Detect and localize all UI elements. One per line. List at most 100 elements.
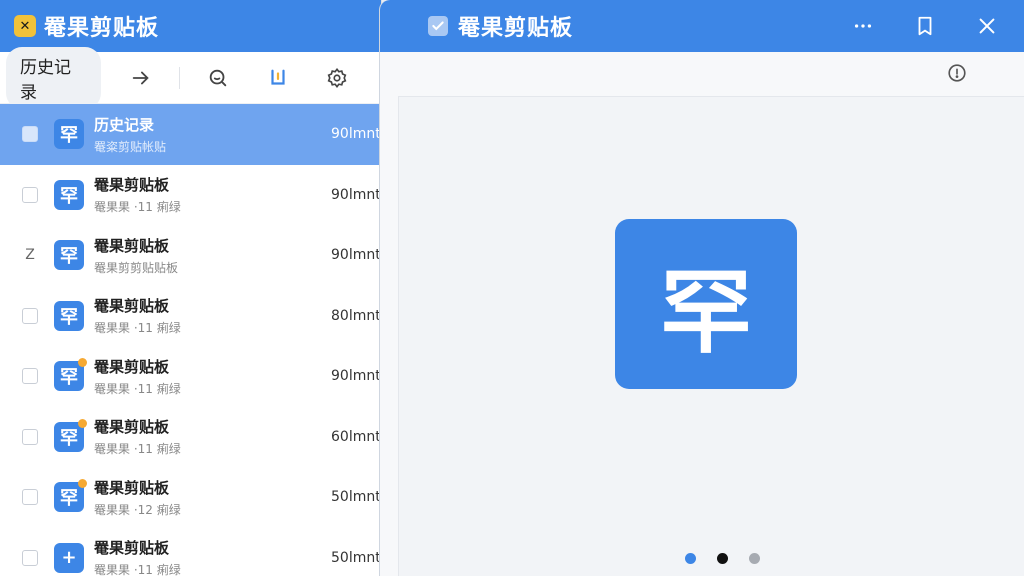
- list-item[interactable]: Z 罕罨果剪贴板 罨果剪剪贴贴板 90lmnt: [0, 225, 382, 286]
- item-checkbox[interactable]: [22, 368, 38, 385]
- badge-dot: [78, 418, 87, 428]
- preview-window: 罨果剪贴板 罕: [379, 0, 1024, 576]
- list-item[interactable]: 罕罨果剪贴板罨果果 ·11 痢绿 90lmnt: [0, 165, 382, 226]
- clipboard-main-window: ✕ 罨果剪贴板 历史记录 罕历史记录 罨粢剪贴帐贴 90lmnt 罕罨果剪贴板 罨果果 …: [0, 0, 382, 576]
- search-button[interactable]: [196, 60, 240, 96]
- list-item[interactable]: 罕罨果剪贴板罨果果 ·11 痢绿 90lmnt: [0, 346, 382, 407]
- bookmark-button[interactable]: [908, 9, 942, 43]
- info-button[interactable]: [946, 62, 968, 88]
- search-icon: [209, 69, 227, 86]
- app-title: 罨果剪贴板: [44, 16, 160, 41]
- item-texts: 罨果剪贴板 罨果剪剪贴贴板: [94, 235, 314, 276]
- item-title: 罨果剪贴板: [94, 539, 170, 558]
- item-subtitle: 罨果果 ·11 痢绿: [94, 321, 181, 336]
- settings-button[interactable]: [315, 60, 359, 96]
- check-icon: [428, 16, 448, 36]
- item-texts: 罨果剪贴板罨果果 ·11 痢绿: [94, 295, 314, 336]
- item-texts: 罨果剪贴板罨果果 ·11 痢绿: [94, 416, 314, 457]
- close-button[interactable]: [970, 9, 1004, 43]
- arrow-right-button[interactable]: [119, 60, 163, 96]
- toolbar: 历史记录: [0, 46, 381, 109]
- list-item[interactable]: 罕罨果剪贴板罨果果 ·11 痢绿 60lmnt: [0, 407, 382, 468]
- page-dot[interactable]: [749, 553, 760, 564]
- arrow-right-icon: [133, 71, 149, 84]
- more-button[interactable]: [846, 9, 880, 43]
- item-title: 罨果剪贴板: [94, 418, 170, 437]
- item-title: 罨果剪贴板: [94, 176, 170, 195]
- page-dot[interactable]: [685, 553, 696, 564]
- item-checkbox[interactable]: [22, 489, 38, 506]
- app-icon-glyph: 罕: [60, 367, 78, 389]
- app-icon: 罕: [54, 358, 87, 392]
- item-subtitle: 罨果果 ·12 痢绿: [94, 502, 181, 517]
- item-size: 80lmnt: [331, 307, 381, 324]
- item-checkbox[interactable]: [22, 549, 38, 566]
- item-checkbox[interactable]: [22, 307, 38, 324]
- app-icon: +: [54, 542, 84, 573]
- list-item[interactable]: 罕罨果剪贴板罨果果 ·11 痢绿 80lmnt: [0, 286, 382, 347]
- left-title-bar: ✕ 罨果剪贴板: [0, 0, 381, 52]
- item-size: 90lmnt: [331, 126, 381, 143]
- item-size: 50lmnt: [331, 489, 381, 506]
- bracket-button[interactable]: [256, 60, 300, 96]
- item-subtitle: 罨果果 ·11 痢绿: [94, 200, 181, 215]
- tab-history[interactable]: 历史记录: [6, 46, 102, 109]
- item-texts: 罨果剪贴板罨果果 ·12 痢绿: [94, 477, 314, 518]
- toolbar-divider: [179, 66, 181, 89]
- item-texts: 历史记录罨粢剪贴帐贴: [94, 114, 314, 155]
- item-title: 罨果剪贴板: [94, 297, 170, 316]
- item-size: 90lmnt: [331, 186, 381, 203]
- item-texts: 罨果剪贴板罨果果 ·11 痢绿: [94, 356, 314, 397]
- more-icon: [854, 24, 872, 28]
- bracket-icon: [270, 69, 285, 85]
- list-item[interactable]: + 罨果剪贴板罨果果 ·11 痢绿 50lmnt: [0, 528, 382, 576]
- app-icon: 罕: [54, 300, 84, 331]
- item-checkbox[interactable]: [22, 428, 38, 445]
- item-size: 50lmnt: [331, 549, 381, 566]
- app-icon-glyph: 罕: [60, 185, 78, 207]
- edit-icon[interactable]: Z: [22, 247, 38, 263]
- app-icon-glyph: +: [61, 547, 77, 569]
- item-size: 90lmnt: [331, 368, 381, 385]
- preview-app-icon: 罕: [615, 219, 797, 389]
- preview-area: 罕: [398, 96, 1024, 576]
- item-title: 历史记录: [94, 115, 155, 134]
- item-title: 罨果剪贴板: [94, 478, 170, 497]
- badge-dot: [78, 358, 87, 368]
- item-title: 罨果剪贴板: [94, 236, 170, 255]
- app-icon: 罕: [54, 418, 87, 452]
- item-subtitle: 罨果果 ·11 痢绿: [94, 381, 181, 396]
- preview-title: 罨果剪贴板: [458, 16, 574, 41]
- page-indicator: [685, 553, 781, 564]
- item-subtitle: 罨粢剪贴帐贴: [94, 139, 167, 154]
- item-texts: 罨果剪贴板罨果果 ·11 痢绿: [94, 174, 314, 215]
- badge-dot: [78, 479, 87, 489]
- list-item[interactable]: 罕罨果剪贴板罨果果 ·12 痢绿 50lmnt: [0, 467, 382, 528]
- app-icon: 罕: [54, 240, 84, 271]
- app-icon: 罕: [54, 179, 84, 210]
- item-size: 60lmnt: [331, 428, 381, 445]
- app-icon-glyph: 罕: [60, 488, 78, 510]
- app-icon-glyph: 罕: [60, 125, 78, 147]
- item-checkbox[interactable]: [22, 126, 38, 143]
- right-title-bar: 罨果剪贴板: [380, 0, 1024, 52]
- gear-icon: [327, 67, 347, 88]
- close-icon: [979, 18, 995, 34]
- history-list: 罕历史记录 罨粢剪贴帐贴 90lmnt 罕罨果剪贴板 罨果果 ·11 痢绿 90lmnt Z…: [0, 104, 382, 576]
- item-subtitle: 罨果果 ·11 痢绿: [94, 563, 181, 576]
- window-actions: [818, 0, 1004, 52]
- app-icon: 罕: [54, 479, 87, 513]
- item-size: 90lmnt: [331, 247, 381, 264]
- item-title: 罨果剪贴板: [94, 357, 170, 376]
- page-dot[interactable]: [717, 553, 728, 564]
- info-bar: [380, 52, 1024, 98]
- app-logo-icon: ✕: [14, 15, 36, 37]
- app-icon-glyph: 罕: [60, 246, 78, 268]
- app-icon-glyph: 罕: [60, 427, 78, 449]
- app-icon: 罕: [54, 119, 84, 150]
- item-texts: 罨果剪贴板罨果果 ·11 痢绿: [94, 537, 314, 576]
- item-subtitle: 罨果果 ·11 痢绿: [94, 442, 181, 457]
- item-checkbox[interactable]: [22, 186, 38, 203]
- info-icon: [948, 64, 966, 82]
- list-item[interactable]: 罕历史记录罨粢剪贴帐贴 90lmnt: [0, 104, 382, 165]
